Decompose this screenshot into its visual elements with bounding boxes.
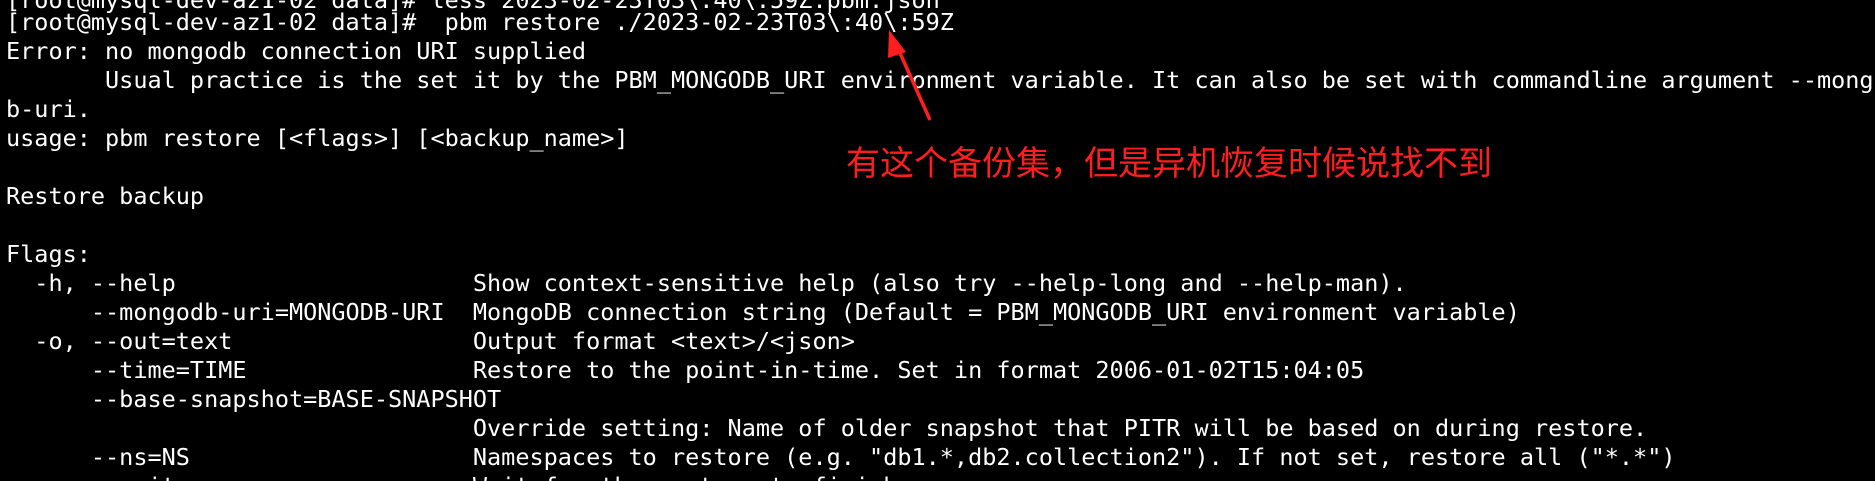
terminal-line: --time=TIME Restore to the point-in-time… <box>6 356 1365 384</box>
terminal-line: Flags: <box>6 240 91 268</box>
terminal-line: Restore backup <box>6 182 205 210</box>
terminal-line: Override setting: Name of older snapshot… <box>6 414 1648 442</box>
terminal-line: Usual practice is the set it by the PBM_… <box>6 66 1875 94</box>
terminal-line: -o, --out=text Output format <text>/<jso… <box>6 327 855 355</box>
terminal-line: b-uri. <box>6 95 91 123</box>
terminal-line: [root@mysql-dev-az1-02 data]# pbm restor… <box>6 8 954 36</box>
terminal-line: usage: pbm restore [<flags>] [<backup_na… <box>6 124 629 152</box>
terminal-line: --ns=NS Namespaces to restore (e.g. "db1… <box>6 443 1676 471</box>
terminal-line: --base-snapshot=BASE-SNAPSHOT <box>6 385 502 413</box>
terminal-line: --mongodb-uri=MONGODB-URI MongoDB connec… <box>6 298 1520 326</box>
terminal-line: Error: no mongodb connection URI supplie… <box>6 37 587 65</box>
terminal-window[interactable]: [root@mysql-dev-az1-02 data]# less 2023-… <box>0 0 1875 481</box>
terminal-line: --wait Wait for the restore to finish. <box>6 472 912 481</box>
annotation-note: 有这个备份集，但是异机恢复时候说找不到 <box>846 144 1492 184</box>
terminal-line: -h, --help Show context-sensitive help (… <box>6 269 1407 297</box>
